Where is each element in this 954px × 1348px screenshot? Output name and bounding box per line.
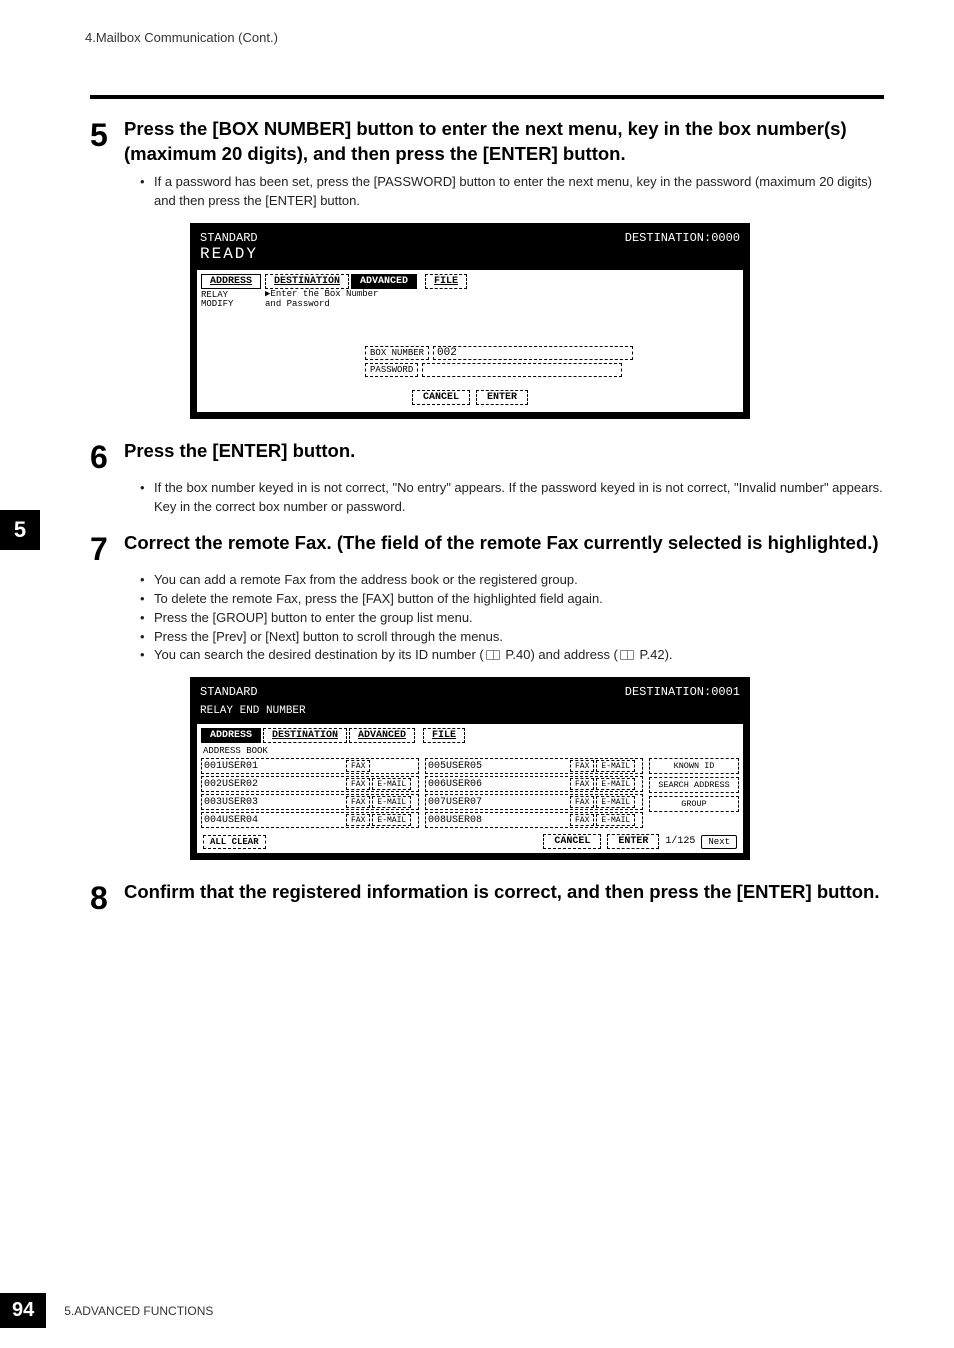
email-chip[interactable]: E-MAIL [596,814,635,826]
address-entry[interactable]: 004USER04 FAX E-MAIL [201,812,419,828]
password-button[interactable]: PASSWORD [365,363,418,377]
tab-file[interactable]: FILE [423,728,465,743]
step-number: 5 [90,117,124,167]
bullet: To delete the remote Fax, press the [FAX… [140,590,884,609]
cancel-button[interactable]: CANCEL [412,390,470,405]
email-chip[interactable]: E-MAIL [372,814,411,826]
step-number: 8 [90,880,124,914]
address-entry[interactable]: 001USER01 FAX [201,758,419,774]
step-6-bullets: If the box number keyed in is not correc… [140,479,884,517]
cancel-button[interactable]: CANCEL [543,834,601,849]
fax-chip[interactable]: FAX [346,796,370,808]
chapter-tab: 5 [0,510,40,550]
bullet: Press the [GROUP] button to enter the gr… [140,609,884,628]
email-chip[interactable]: E-MAIL [372,778,411,790]
page-footer: 94 5.ADVANCED FUNCTIONS [0,1293,213,1328]
page-number: 94 [0,1293,46,1328]
address-entry[interactable]: 005USER05 FAX E-MAIL [425,758,643,774]
relay-modify-label: RELAY MODIFY [201,291,233,309]
tab-address[interactable]: ADDRESS [201,728,261,743]
step-number: 7 [90,531,124,565]
box-number-value[interactable]: 002 [433,346,633,360]
group-button[interactable]: GROUP [649,796,739,812]
step-8: 8 Confirm that the registered informatio… [90,880,884,914]
address-entry[interactable]: 006USER06 FAX E-MAIL [425,776,643,792]
step-title: Press the [ENTER] button. [124,439,884,473]
all-clear-button[interactable]: ALL CLEAR [203,835,266,849]
hint-text: ▶Enter the Box Number and Password [265,290,739,310]
device-screenshot-2: STANDARD DESTINATION:0001 RELAY END NUMB… [190,677,750,860]
step-title: Press the [BOX NUMBER] button to enter t… [124,117,884,167]
destination-count: DESTINATION:0001 [625,685,740,699]
address-book-label: ADDRESS BOOK [203,746,739,756]
fax-chip[interactable]: FAX [570,796,594,808]
fax-chip[interactable]: FAX [570,778,594,790]
box-number-button[interactable]: BOX NUMBER [365,346,429,360]
address-list-right: 005USER05 FAX E-MAIL 006USER06 FAX E-MAI… [425,758,643,830]
address-list-left: 001USER01 FAX 002USER02 FAX E-MAIL 003US… [201,758,419,830]
step-number: 6 [90,439,124,473]
fax-chip[interactable]: FAX [570,814,594,826]
address-entry[interactable]: 003USER03 FAX E-MAIL [201,794,419,810]
step-title: Confirm that the registered information … [124,880,884,914]
fax-chip[interactable]: FAX [346,814,370,826]
footer-text: 5.ADVANCED FUNCTIONS [64,1304,213,1318]
mode-label: STANDARD [200,231,258,245]
fax-chip[interactable]: FAX [570,760,594,772]
enter-button[interactable]: ENTER [476,390,528,405]
address-entry[interactable]: 008USER08 FAX E-MAIL [425,812,643,828]
email-chip[interactable]: E-MAIL [372,796,411,808]
enter-button[interactable]: ENTER [607,834,659,849]
bullet: You can add a remote Fax from the addres… [140,571,884,590]
device-screenshot-1: STANDARD READY DESTINATION:0000 ADDRESS … [190,223,750,420]
divider [90,95,884,99]
step-6: 6 Press the [ENTER] button. [90,439,884,473]
next-button[interactable]: Next [701,835,737,849]
page-indicator: 1/125 [665,836,695,847]
known-id-button[interactable]: KNOWN ID [649,758,739,774]
bullet: You can search the desired destination b… [140,646,884,665]
book-icon [486,650,500,660]
step-7-bullets: You can add a remote Fax from the addres… [140,571,884,665]
tab-destination[interactable]: DESTINATION [263,728,347,743]
destination-count: DESTINATION:0000 [625,231,740,263]
ready-label: READY [200,245,258,263]
step-5: 5 Press the [BOX NUMBER] button to enter… [90,117,884,167]
step-7: 7 Correct the remote Fax. (The field of … [90,531,884,565]
email-chip[interactable]: E-MAIL [596,796,635,808]
email-chip[interactable]: E-MAIL [596,760,635,772]
bullet: If a password has been set, press the [P… [140,173,884,211]
email-chip[interactable]: E-MAIL [596,778,635,790]
bullet: Press the [Prev] or [Next] button to scr… [140,628,884,647]
tab-destination[interactable]: DESTINATION [265,274,349,289]
mode-label: STANDARD [200,685,258,699]
sub-label: RELAY END NUMBER [196,705,744,723]
password-value[interactable] [422,363,622,377]
fax-chip[interactable]: FAX [346,760,370,772]
step-title: Correct the remote Fax. (The field of th… [124,531,884,565]
breadcrumb: 4.Mailbox Communication (Cont.) [85,30,884,45]
tab-advanced[interactable]: ADVANCED [351,274,417,289]
tab-file[interactable]: FILE [425,274,467,289]
address-entry[interactable]: 002USER02 FAX E-MAIL [201,776,419,792]
tab-address[interactable]: ADDRESS [201,274,261,289]
address-entry[interactable]: 007USER07 FAX E-MAIL [425,794,643,810]
tab-advanced[interactable]: ADVANCED [349,728,415,743]
search-address-button[interactable]: SEARCH ADDRESS [649,777,739,793]
book-icon [620,650,634,660]
step-5-bullets: If a password has been set, press the [P… [140,173,884,211]
bullet: If the box number keyed in is not correc… [140,479,884,517]
fax-chip[interactable]: FAX [346,778,370,790]
